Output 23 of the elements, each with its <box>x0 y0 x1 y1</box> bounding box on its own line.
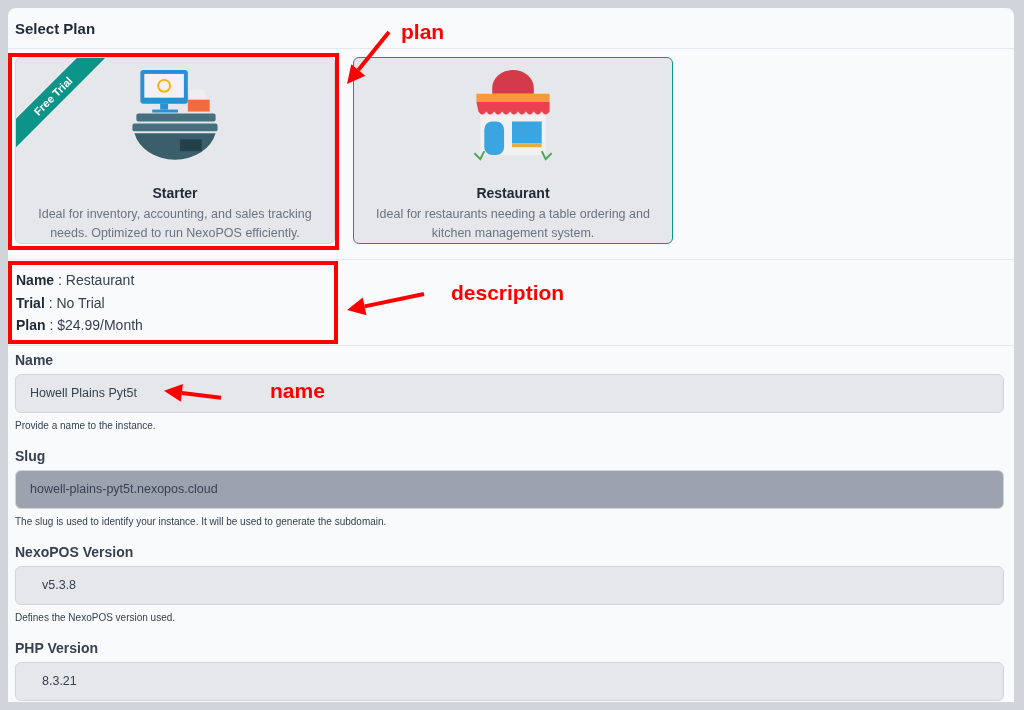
annotation-label: plan <box>401 20 445 44</box>
text-field[interactable]: v5.3.8 <box>15 565 1004 605</box>
annotation-label: name <box>270 379 325 403</box>
annotation-label: description <box>451 281 565 305</box>
field-label: Name <box>15 351 55 368</box>
field-label: NexoPOS Version <box>15 543 135 560</box>
plan-description: Ideal for inventory, accounting, and sales tracking needs. Optimized to run NexoPOS efficiently. <box>37 206 313 242</box>
field-label: Slug <box>15 447 47 464</box>
plan-name: Starter <box>152 185 198 201</box>
plan-name: Restaurant <box>476 185 550 201</box>
annotation-arrow <box>164 384 222 403</box>
field-label: PHP Version <box>15 639 99 656</box>
plan-card[interactable]: Restaurant Ideal for restaurants needing a table ordering and kitchen management system. <box>353 57 673 244</box>
field-hint: The slug is used to identify your instance. It will be used to generate the subdomain. <box>15 515 388 527</box>
annotation-arrow <box>347 30 391 84</box>
field-hint: Defines the NexoPOS version used. <box>15 611 177 623</box>
text-field[interactable]: 8.3.21 <box>15 661 1004 701</box>
summary-line: Trial : No Trial <box>16 293 106 313</box>
section-title: Select Plan <box>15 20 96 37</box>
summary-line: Name : Restaurant <box>16 271 136 290</box>
plan-description: Ideal for restaurants needing a table ordering and kitchen management system. <box>375 206 651 242</box>
field-hint: Provide a name to the instance. <box>15 419 157 431</box>
summary-line: Plan : $24.99/Month <box>16 316 144 335</box>
